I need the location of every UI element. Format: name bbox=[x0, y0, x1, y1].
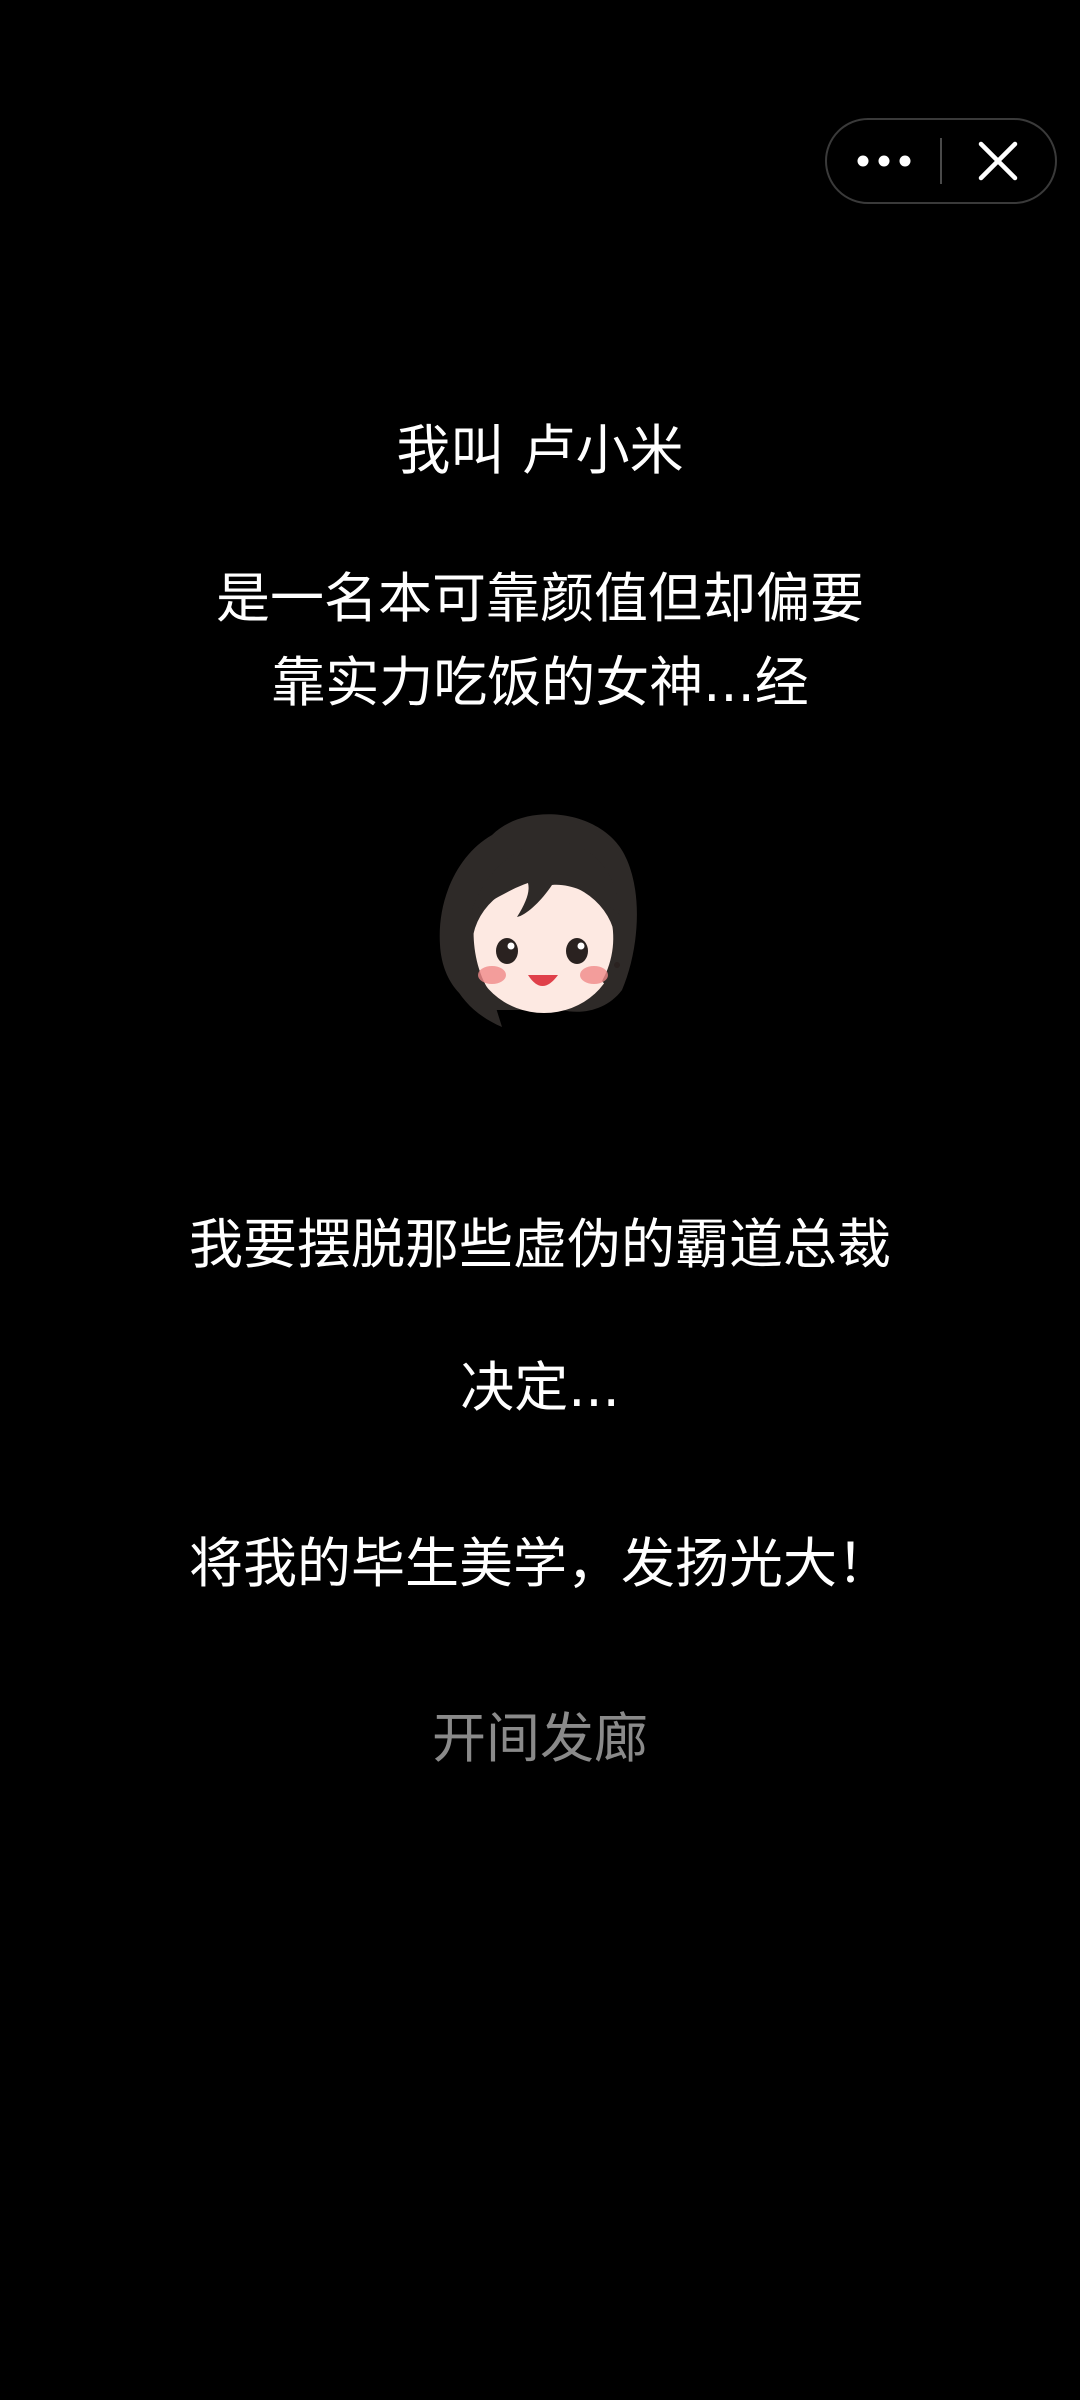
more-dots-icon bbox=[857, 155, 910, 167]
close-button[interactable] bbox=[942, 120, 1055, 202]
intro-line-2: 是一名本可靠颜值但却偏要 bbox=[216, 567, 864, 630]
open-salon-prompt[interactable]: 开间发廊 bbox=[0, 1698, 1080, 1780]
story-line-4: 我要摆脱那些虚伪的霸道总裁 bbox=[189, 1213, 891, 1276]
intro-name-line: 我叫 卢小米 bbox=[396, 419, 684, 482]
story-line-6: 将我的毕生美学，发扬光大！ bbox=[189, 1532, 891, 1595]
intro-line-3: 靠实力吃饭的女神...经 bbox=[271, 651, 809, 714]
mini-program-capsule bbox=[825, 118, 1057, 204]
more-button[interactable] bbox=[827, 120, 940, 202]
girl-avatar-icon bbox=[439, 814, 637, 1027]
story-line-5: 决定... bbox=[460, 1356, 620, 1419]
close-icon bbox=[979, 141, 1018, 181]
